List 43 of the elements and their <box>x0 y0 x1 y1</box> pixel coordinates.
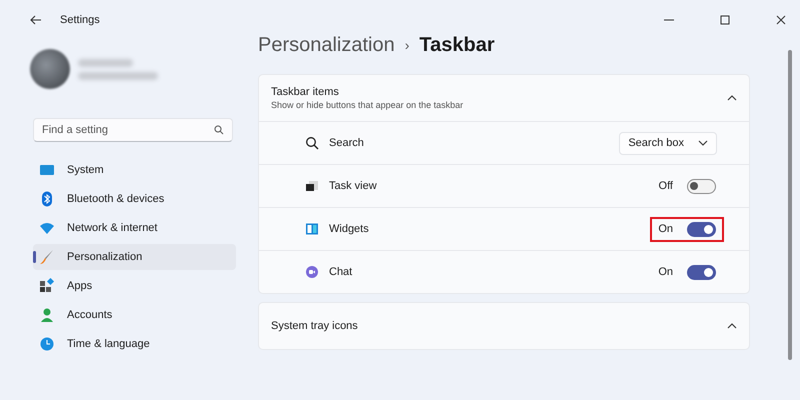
sidebar-item[interactable]: System <box>33 157 236 183</box>
widgets-icon <box>305 222 319 236</box>
sidebar-item[interactable]: Network & internet <box>33 215 236 241</box>
breadcrumb-separator: › <box>404 36 410 54</box>
sidebar-item[interactable]: Bluetooth & devices <box>33 186 236 212</box>
toggle-switch[interactable] <box>687 264 716 280</box>
sidebar-item[interactable]: Accounts <box>33 302 236 328</box>
chat-icon <box>305 265 319 279</box>
toggle-switch[interactable] <box>687 222 716 236</box>
search-icon <box>305 136 319 150</box>
window-title: Settings <box>60 14 100 26</box>
section-subtitle: Show or hide buttons that appear on the taskbar <box>271 100 464 110</box>
bluetooth-icon <box>39 191 55 207</box>
windows-stack-icon <box>305 179 319 193</box>
avatar <box>30 49 70 89</box>
toggle-state-label: On <box>658 266 673 278</box>
setting-label: Chat <box>329 266 354 278</box>
setting-label: Task view <box>329 180 378 192</box>
clock-icon <box>39 336 55 352</box>
toggle-switch[interactable] <box>687 178 716 194</box>
person-icon <box>39 307 55 323</box>
chevron-icon[interactable] <box>727 323 737 329</box>
sidebar-item[interactable]: Personalization <box>33 244 236 270</box>
search-field[interactable]: Find a setting <box>33 118 233 142</box>
setting-label: Search <box>329 137 365 149</box>
back-icon[interactable] <box>30 15 42 25</box>
wifi-icon <box>39 220 55 236</box>
chevron-icon[interactable] <box>727 95 737 101</box>
chevron-icon[interactable] <box>698 140 708 146</box>
toggle-state-label: On <box>658 223 673 235</box>
sidebar-item[interactable]: Time & language <box>33 331 236 357</box>
sidebar-item[interactable]: Apps <box>33 273 236 299</box>
section-title: Taskbar items <box>271 86 340 98</box>
section-title: System tray icons <box>271 320 359 332</box>
monitor-icon <box>39 162 55 178</box>
search-icon <box>214 125 224 135</box>
scrollbar[interactable] <box>788 50 792 360</box>
page-title: Taskbar <box>419 32 495 58</box>
toggle-state-label: Off <box>658 180 673 192</box>
apps-icon <box>39 278 55 294</box>
dropdown[interactable]: Search box <box>619 132 717 154</box>
setting-label: Widgets <box>329 223 370 235</box>
breadcrumb-link[interactable]: Personalization <box>258 32 395 58</box>
